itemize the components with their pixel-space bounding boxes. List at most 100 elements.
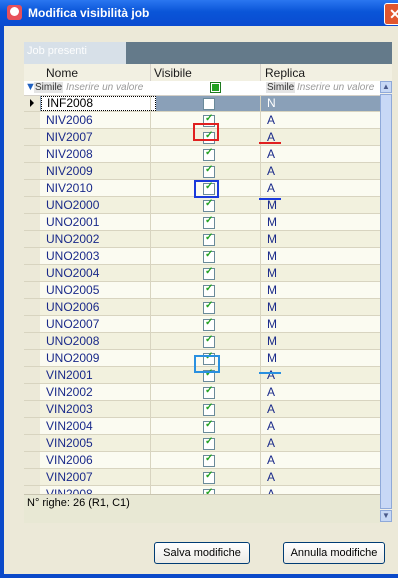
row-selector[interactable] <box>24 163 40 179</box>
row-selector[interactable] <box>24 350 40 366</box>
row-selector[interactable] <box>24 299 40 315</box>
cancel-button[interactable]: Annulla modifiche <box>283 542 385 564</box>
scroll-up-button[interactable]: ▲ <box>380 81 392 93</box>
column-header-replica[interactable]: Replica <box>265 66 305 80</box>
cell-replica[interactable]: M <box>267 334 277 348</box>
cell-nome[interactable]: UNO2006 <box>46 300 99 314</box>
table-row[interactable]: VIN2003 ✓ A <box>24 401 380 418</box>
cell-nome[interactable]: UNO2007 <box>46 317 99 331</box>
row-selector[interactable] <box>24 112 40 128</box>
visibile-checkbox[interactable]: ✓ <box>203 436 215 450</box>
row-selector[interactable] <box>24 231 40 247</box>
save-button[interactable]: Salva modifiche <box>154 542 250 564</box>
row-selector[interactable] <box>24 146 40 162</box>
visibile-checkbox[interactable]: ✓ <box>203 198 215 212</box>
table-row[interactable]: UNO2004 ✓ M <box>24 265 380 282</box>
row-selector[interactable] <box>24 486 40 494</box>
cell-replica[interactable]: A <box>267 164 275 178</box>
cell-nome[interactable]: UNO2000 <box>46 198 99 212</box>
visibile-checkbox[interactable]: ✓ <box>203 249 215 263</box>
column-divider[interactable] <box>150 64 151 81</box>
cell-nome[interactable]: UNO2008 <box>46 334 99 348</box>
nome-filter-operator[interactable]: Simile <box>34 82 64 93</box>
cell-nome[interactable]: UNO2005 <box>46 283 99 297</box>
visibile-checkbox[interactable]: ✓ <box>203 470 215 484</box>
visibile-checkbox[interactable]: ✓ <box>203 317 215 331</box>
cell-nome[interactable]: VIN2001 <box>46 368 93 382</box>
table-row[interactable]: UNO2001 ✓ M <box>24 214 380 231</box>
row-selector[interactable] <box>24 129 40 145</box>
cell-nome[interactable]: UNO2004 <box>46 266 99 280</box>
visibile-checkbox[interactable] <box>203 98 215 110</box>
cell-nome[interactable]: VIN2006 <box>46 453 93 467</box>
visibile-checkbox[interactable]: ✓ <box>203 232 215 246</box>
cell-nome[interactable]: NIV2008 <box>46 147 93 161</box>
row-selector[interactable] <box>24 282 40 298</box>
table-row[interactable]: INF2008 N <box>24 96 380 112</box>
cell-replica[interactable]: A <box>267 453 275 467</box>
row-selector[interactable] <box>24 418 40 434</box>
row-selector[interactable] <box>24 197 40 213</box>
row-selector[interactable] <box>24 316 40 332</box>
table-row[interactable]: UNO2005 ✓ M <box>24 282 380 299</box>
cell-nome[interactable]: VIN2008 <box>46 487 93 494</box>
cell-replica[interactable]: A <box>267 419 275 433</box>
table-row[interactable]: VIN2008 ✓ A <box>24 486 380 494</box>
table-row[interactable]: UNO2002 ✓ M <box>24 231 380 248</box>
cell-replica[interactable]: A <box>267 402 275 416</box>
cell-nome[interactable]: INF2008 <box>41 96 156 111</box>
table-row[interactable]: UNO2006 ✓ M <box>24 299 380 316</box>
cell-replica[interactable]: M <box>267 215 277 229</box>
cell-nome[interactable]: VIN2005 <box>46 436 93 450</box>
title-bar[interactable]: Modifica visibilità job ✕ <box>0 0 398 26</box>
cell-replica[interactable]: M <box>267 232 277 246</box>
row-selector[interactable] <box>24 265 40 281</box>
visibile-checkbox[interactable]: ✓ <box>203 164 215 178</box>
cell-replica[interactable]: M <box>267 283 277 297</box>
row-selector[interactable] <box>24 214 40 230</box>
visibile-checkbox[interactable]: ✓ <box>203 283 215 297</box>
row-selector[interactable] <box>24 435 40 451</box>
cell-replica[interactable]: A <box>267 147 275 161</box>
tab-job-presenti[interactable]: Job presenti <box>24 42 126 64</box>
cell-replica[interactable]: A <box>267 487 275 494</box>
replica-filter-input[interactable]: Inserire un valore <box>297 82 374 93</box>
column-divider[interactable] <box>260 64 261 81</box>
table-row[interactable]: VIN2004 ✓ A <box>24 418 380 435</box>
close-button[interactable]: ✕ <box>384 3 398 25</box>
cell-replica[interactable]: M <box>267 351 277 365</box>
row-indicator-arrow-icon[interactable] <box>24 96 40 111</box>
cell-nome[interactable]: VIN2003 <box>46 402 93 416</box>
cell-replica[interactable]: A <box>267 181 275 195</box>
row-selector[interactable] <box>24 401 40 417</box>
cell-nome[interactable]: NIV2010 <box>46 181 93 195</box>
cell-nome[interactable]: UNO2003 <box>46 249 99 263</box>
table-row[interactable]: VIN2007 ✓ A <box>24 469 380 486</box>
cell-nome[interactable]: UNO2002 <box>46 232 99 246</box>
cell-nome[interactable]: UNO2001 <box>46 215 99 229</box>
visibile-checkbox[interactable]: ✓ <box>203 402 215 416</box>
row-selector[interactable] <box>24 248 40 264</box>
cell-replica[interactable]: A <box>267 470 275 484</box>
table-row[interactable]: UNO2003 ✓ M <box>24 248 380 265</box>
visibile-checkbox[interactable]: ✓ <box>203 147 215 161</box>
cell-replica[interactable]: A <box>267 368 275 382</box>
visibile-checkbox[interactable]: ✓ <box>203 419 215 433</box>
visibile-checkbox[interactable]: ✓ <box>203 300 215 314</box>
cell-replica[interactable]: A <box>267 113 275 127</box>
cell-replica[interactable]: N <box>267 96 276 110</box>
table-row[interactable]: UNO2000 ✓ M <box>24 197 380 214</box>
row-selector[interactable] <box>24 367 40 383</box>
column-header-visibile[interactable]: Visibile <box>154 66 192 80</box>
table-row[interactable]: UNO2007 ✓ M <box>24 316 380 333</box>
visibile-checkbox[interactable]: ✓ <box>203 453 215 467</box>
vertical-scrollbar[interactable]: ▲ ▼ <box>380 81 392 522</box>
nome-filter-input[interactable]: Inserire un valore <box>66 82 143 93</box>
cell-replica[interactable]: A <box>267 385 275 399</box>
cell-replica[interactable]: M <box>267 300 277 314</box>
table-row[interactable]: VIN2006 ✓ A <box>24 452 380 469</box>
replica-filter-operator[interactable]: Simile <box>266 82 296 93</box>
table-row[interactable]: UNO2008 ✓ M <box>24 333 380 350</box>
visibile-checkbox[interactable]: ✓ <box>203 385 215 399</box>
scroll-thumb[interactable] <box>380 94 392 509</box>
